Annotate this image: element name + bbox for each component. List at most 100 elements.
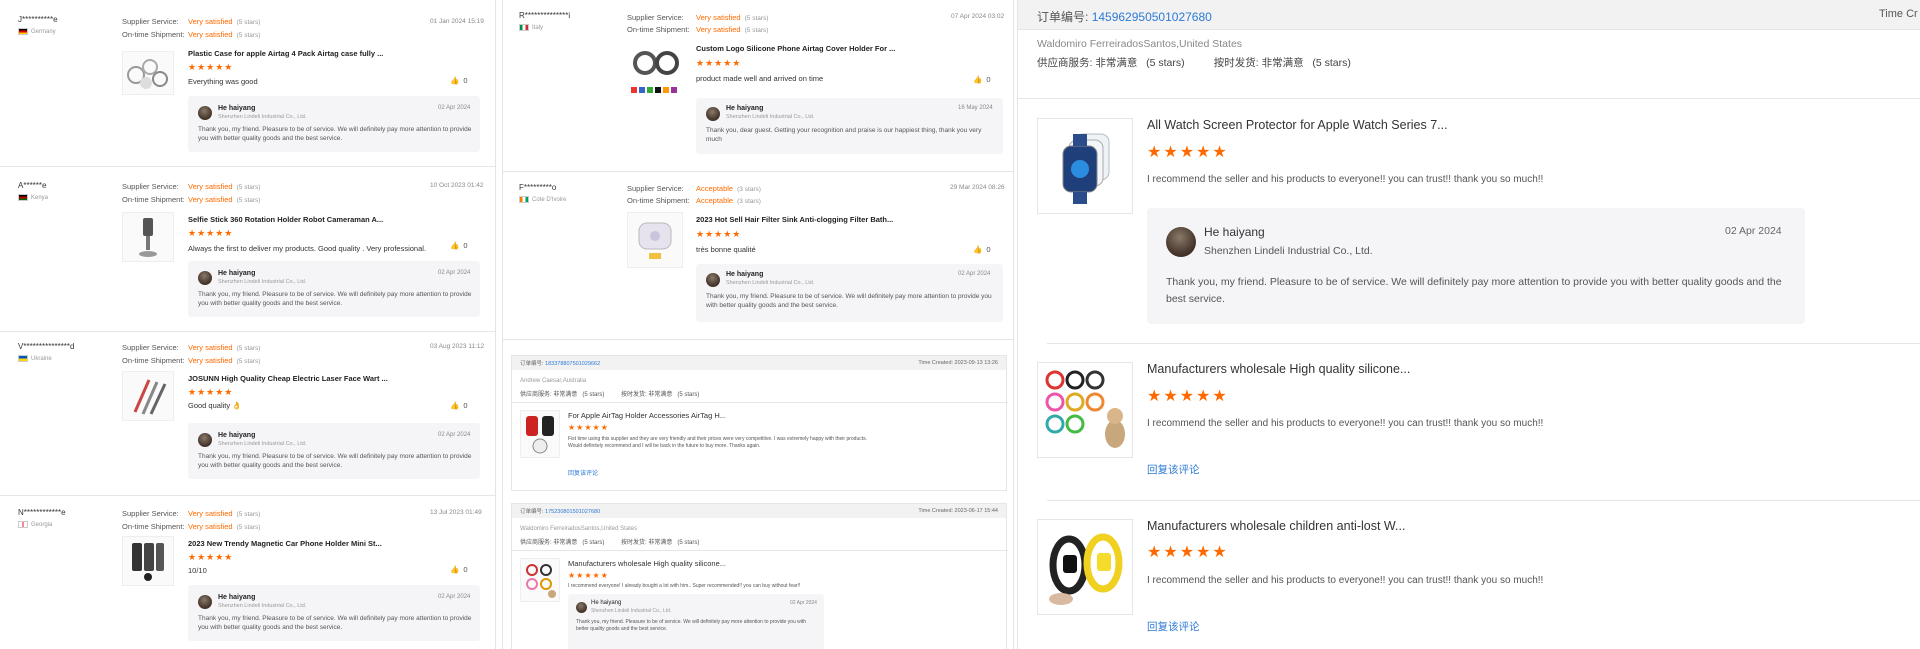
order-ratings: 供应商服务: 非常满意 (5 stars) 按时发货: 非常满意 (5 star… xyxy=(520,540,700,546)
rating-stars: ★★★★★ xyxy=(696,229,742,239)
order-ratings: 供应商服务: 非常满意 (5 stars) 按时发货: 非常满意 (5 star… xyxy=(520,392,700,398)
seller-reply: He haiyang Shenzhen Lindeli Industrial C… xyxy=(696,264,1003,322)
like-button[interactable]: 👍 0 xyxy=(450,565,468,574)
product-title-link[interactable]: 2023 Hot Sell Hair Filter Sink Anti-clog… xyxy=(696,215,893,224)
order-time-created: Time Created: 2023-06-17 15:44 xyxy=(918,508,998,514)
reply-text: Thank you, my friend. Pleasure to be of … xyxy=(576,619,807,632)
product-title-link[interactable]: Manufacturers wholesale children anti-lo… xyxy=(1147,519,1405,533)
order-number-link[interactable]: 175230801501027680 xyxy=(545,509,600,515)
review-comment: I recommend the seller and his products … xyxy=(1147,174,1544,185)
product-thumbnail[interactable] xyxy=(520,558,560,602)
buyer-name: F*********o xyxy=(519,183,557,192)
thumbs-up-icon: 👍 xyxy=(450,565,460,574)
product-title-link[interactable]: Plastic Case for apple Airtag 4 Pack Air… xyxy=(188,49,383,58)
divider xyxy=(512,402,1008,403)
supplier-service-rating: Acceptable (3 stars) xyxy=(696,184,761,193)
reply-review-link[interactable]: 回复该评论 xyxy=(1147,619,1200,634)
thumbs-up-icon: 👍 xyxy=(973,245,983,254)
reply-review-link[interactable]: 回复该评论 xyxy=(568,470,598,479)
rating-stars: ★★★★★ xyxy=(696,58,742,68)
product-thumbnail[interactable] xyxy=(122,536,174,586)
buyer-name: A******e xyxy=(18,181,47,190)
seller-reply: He haiyang Shenzhen Lindeli Industrial C… xyxy=(1147,208,1805,324)
product-title-link[interactable]: Manufacturers wholesale High quality sil… xyxy=(568,559,726,568)
product-thumbnail[interactable] xyxy=(122,371,174,421)
like-button[interactable]: 👍 0 xyxy=(973,245,991,254)
product-title-link[interactable]: Selfie Stick 360 Rotation Holder Robot C… xyxy=(188,215,383,224)
review-list-panel-middle: R**************i Italy Supplier Service:… xyxy=(502,0,1014,649)
reply-author: He haiyang xyxy=(726,105,764,112)
reply-date: 16 May 2024 xyxy=(958,105,993,111)
product-thumbnail[interactable] xyxy=(1037,362,1133,458)
reply-text: Thank you, my friend. Pleasure to be of … xyxy=(198,126,472,142)
ontime-shipment-rating: Very satisfied (5 stars) xyxy=(188,195,261,204)
product-thumbnail[interactable] xyxy=(520,410,560,458)
flag-icon xyxy=(519,196,529,203)
product-title-link[interactable]: Manufacturers wholesale High quality sil… xyxy=(1147,362,1410,376)
flag-icon xyxy=(18,521,28,528)
order-header: 订单编号: 183378807501029662 Time Created: 2… xyxy=(512,356,1006,370)
buyer-info: Waldomiro FerreiradosSantos,United State… xyxy=(1037,38,1243,50)
reply-company: Shenzhen Lindeli Industrial Co., Ltd. xyxy=(591,608,672,614)
review-date: 03 Aug 2023 11:12 xyxy=(430,343,485,350)
reply-text: Thank you, my friend. Pleasure to be of … xyxy=(706,293,992,309)
product-title-link[interactable]: All Watch Screen Protector for Apple Wat… xyxy=(1147,118,1448,132)
like-button[interactable]: 👍 0 xyxy=(450,401,468,410)
product-thumbnail[interactable] xyxy=(122,51,174,95)
review-item: R**************i Italy Supplier Service:… xyxy=(503,0,1013,172)
reply-review-link[interactable]: 回复该评论 xyxy=(1147,462,1200,477)
buyer-name: J**********e xyxy=(18,15,58,24)
review-item: V***************d Ukraine Supplier Servi… xyxy=(0,332,495,496)
supplier-service-rating: Very satisfied (5 stars) xyxy=(188,343,261,352)
product-title-link[interactable]: Custom Logo Silicone Phone Airtag Cover … xyxy=(696,44,895,53)
thumbs-up-icon: 👍 xyxy=(450,401,460,410)
product-thumbnail[interactable] xyxy=(1037,118,1133,214)
product-thumbnail[interactable] xyxy=(627,212,683,268)
rating-stars: ★★★★★ xyxy=(188,228,234,238)
reply-company: Shenzhen Lindeli Industrial Co., Ltd. xyxy=(726,114,815,120)
reply-company: Shenzhen Lindeli Industrial Co., Ltd. xyxy=(726,280,815,286)
order-number-link[interactable]: 145962950501027680 xyxy=(1092,10,1212,24)
thumbs-up-icon: 👍 xyxy=(450,76,460,85)
review-list-panel-left: J**********e Germany Supplier Service: V… xyxy=(0,0,496,649)
reply-text: Thank you, dear guest. Getting your reco… xyxy=(706,127,982,143)
avatar xyxy=(1166,227,1196,257)
divider xyxy=(1047,343,1920,344)
reply-date: 02 Apr 2024 xyxy=(438,594,471,600)
review-item: N************e Georgia Supplier Service:… xyxy=(0,496,495,649)
like-button[interactable]: 👍 0 xyxy=(973,75,991,84)
supplier-service-label: Supplier Service: xyxy=(122,17,179,26)
seller-reply: He haiyang Shenzhen Lindeli Industrial C… xyxy=(696,98,1003,154)
supplier-service-label: Supplier Service: xyxy=(627,13,684,22)
buyer-country: Georgia xyxy=(18,521,52,528)
buyer-name: V***************d xyxy=(18,342,75,351)
avatar xyxy=(198,271,212,285)
product-thumbnail[interactable] xyxy=(122,212,174,262)
product-title-link[interactable]: 2023 New Trendy Magnetic Car Phone Holde… xyxy=(188,539,382,548)
buyer-info: Waldomiro FerreiradosSantos,United State… xyxy=(520,526,638,532)
product-thumbnail[interactable] xyxy=(1037,519,1133,615)
product-title-link[interactable]: For Apple AirTag Holder Accessories AirT… xyxy=(568,411,726,420)
order-number-link[interactable]: 183378807501029662 xyxy=(545,361,600,367)
product-thumbnail[interactable] xyxy=(624,40,686,98)
reply-text: Thank you, my friend. Pleasure to be of … xyxy=(1166,276,1782,305)
review-date: 07 Apr 2024 03:02 xyxy=(951,13,1005,20)
review-date: 10 Oct 2023 01:42 xyxy=(430,182,484,189)
reply-author: He haiyang xyxy=(218,432,256,439)
avatar xyxy=(198,433,212,447)
reply-date: 02 Apr 2024 xyxy=(1725,225,1782,237)
review-comment: Everything was good xyxy=(188,77,258,86)
reply-text: Thank you, my friend. Pleasure to be of … xyxy=(198,453,472,469)
ontime-shipment-rating: Very satisfied (5 stars) xyxy=(188,30,261,39)
ontime-shipment-label: On-time Shipment: xyxy=(627,196,690,205)
buyer-name: N************e xyxy=(18,508,66,517)
supplier-service-label: Supplier Service: xyxy=(122,343,179,352)
like-button[interactable]: 👍 0 xyxy=(450,241,468,250)
buyer-country: Kenya xyxy=(18,194,48,201)
reply-author: He haiyang xyxy=(218,270,256,277)
product-title-link[interactable]: JOSUNN High Quality Cheap Electric Laser… xyxy=(188,374,388,383)
like-button[interactable]: 👍 0 xyxy=(450,76,468,85)
reply-author: He haiyang xyxy=(726,271,764,278)
thumbs-up-icon: 👍 xyxy=(450,241,460,250)
review-comment: très bonne qualité xyxy=(696,245,756,254)
